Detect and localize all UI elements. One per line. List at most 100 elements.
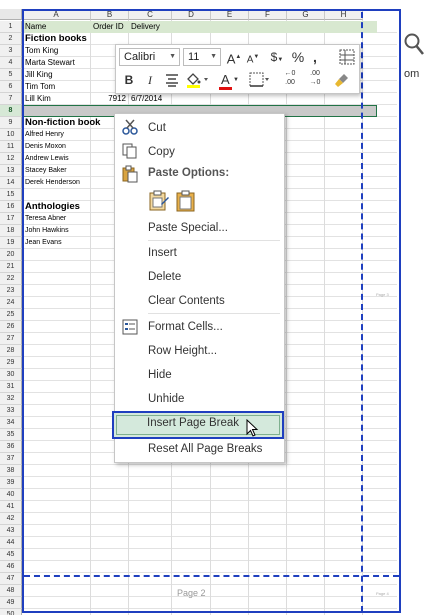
row-header-24[interactable]: 24 <box>0 297 22 309</box>
row-header-43[interactable]: 43 <box>0 525 22 537</box>
menu-item-cut[interactable]: Cut <box>148 119 166 137</box>
decrease-decimal-button[interactable]: .00 →0 <box>304 69 326 87</box>
menu-item-copy[interactable]: Copy <box>148 143 175 161</box>
row-header-11[interactable]: 11 <box>0 141 22 153</box>
menu-item-insert[interactable]: Insert <box>148 244 177 262</box>
row-header-29[interactable]: 29 <box>0 357 22 369</box>
menu-item-clear-contents[interactable]: Clear Contents <box>148 292 225 310</box>
percent-style-button[interactable]: % <box>290 48 306 66</box>
row-header-8[interactable]: 8 <box>0 105 22 117</box>
row-header-47[interactable]: 47 <box>0 573 22 585</box>
row-header-48[interactable]: 48 <box>0 585 22 597</box>
row-header-13[interactable]: 13 <box>0 165 22 177</box>
paste-options-heading: Paste Options: <box>148 167 230 179</box>
dec-decimal-top: .00 <box>310 70 320 77</box>
row-header-19[interactable]: 19 <box>0 237 22 249</box>
clear-format-button[interactable] <box>332 71 352 89</box>
decrease-font-button[interactable]: A▼ <box>245 48 261 66</box>
align-center-button[interactable] <box>163 71 181 89</box>
row-header-42[interactable]: 42 <box>0 513 22 525</box>
row-header-36[interactable]: 36 <box>0 441 22 453</box>
row-header-7[interactable]: 7 <box>0 93 22 105</box>
row-header-4[interactable]: 4 <box>0 57 22 69</box>
paintbrush-icon <box>335 74 348 87</box>
inc-decimal-bottom: .00 <box>285 79 295 86</box>
row-header-5[interactable]: 5 <box>0 69 22 81</box>
italic-button[interactable]: I <box>141 71 159 89</box>
clear-contents-label: Clear Contents <box>148 295 225 307</box>
row-header-22[interactable]: 22 <box>0 273 22 285</box>
row-header-17[interactable]: 17 <box>0 213 22 225</box>
row-header-30[interactable]: 30 <box>0 369 22 381</box>
row-header-45[interactable]: 45 <box>0 549 22 561</box>
fill-color-swatch <box>187 85 200 88</box>
row-header-27[interactable]: 27 <box>0 333 22 345</box>
row-header-6[interactable]: 6 <box>0 81 22 93</box>
accounting-format-button[interactable]: $▼ <box>266 48 288 66</box>
bold-button[interactable]: B <box>120 71 138 89</box>
select-all-corner[interactable] <box>0 9 22 20</box>
row-header-1[interactable]: 1 <box>0 21 22 33</box>
row-header-41[interactable]: 41 <box>0 501 22 513</box>
row-header-44[interactable]: 44 <box>0 537 22 549</box>
row-header-35[interactable]: 35 <box>0 429 22 441</box>
font-color-button[interactable]: A ▼ <box>217 71 243 90</box>
format-painter-button[interactable] <box>338 48 356 66</box>
insert-label: Insert <box>148 247 177 259</box>
row-header-20[interactable]: 20 <box>0 249 22 261</box>
font-name-box[interactable]: Calibri ▼ <box>119 48 180 66</box>
increase-font-button[interactable]: A▲ <box>226 48 242 66</box>
row-header-26[interactable]: 26 <box>0 321 22 333</box>
bold-label: B <box>124 73 134 87</box>
copy-icon <box>122 143 137 159</box>
percent-label: % <box>291 49 305 65</box>
row-header-50[interactable]: 50 <box>0 609 22 615</box>
comma-style-button[interactable]: , <box>309 48 321 66</box>
menu-separator <box>148 240 280 241</box>
row-header-25[interactable]: 25 <box>0 309 22 321</box>
paste-formulas-icon[interactable] <box>148 190 170 212</box>
row-header-39[interactable]: 39 <box>0 477 22 489</box>
menu-item-insert-page-break[interactable]: Insert Page Break <box>112 411 284 439</box>
menu-item-row-height[interactable]: Row Height... <box>148 342 217 360</box>
row-header-32[interactable]: 32 <box>0 393 22 405</box>
row-header-21[interactable]: 21 <box>0 261 22 273</box>
menu-item-delete[interactable]: Delete <box>148 268 181 286</box>
format-cells-icon <box>122 319 138 335</box>
row-header-23[interactable]: 23 <box>0 285 22 297</box>
paste-clipboard-icon[interactable] <box>175 190 197 212</box>
horizontal-page-break[interactable] <box>24 575 399 577</box>
row-header-37[interactable]: 37 <box>0 453 22 465</box>
fill-color-button[interactable] <box>185 71 213 89</box>
vertical-page-break[interactable] <box>361 12 363 612</box>
delete-label: Delete <box>148 271 182 283</box>
row-header-16[interactable]: 16 <box>0 201 22 213</box>
menu-item-format-cells[interactable]: Format Cells... <box>148 318 223 336</box>
row-header-31[interactable]: 31 <box>0 381 22 393</box>
row-header-2[interactable]: 2 <box>0 33 22 45</box>
row-header-46[interactable]: 46 <box>0 561 22 573</box>
menu-item-paste-special[interactable]: Paste Special... <box>148 219 228 237</box>
row-header-12[interactable]: 12 <box>0 153 22 165</box>
ribbon-fragment: om <box>401 0 427 100</box>
row-header-14[interactable]: 14 <box>0 177 22 189</box>
row-header-34[interactable]: 34 <box>0 417 22 429</box>
copy-label: Copy <box>148 146 175 158</box>
fill-bucket-icon <box>187 73 208 88</box>
menu-item-unhide[interactable]: Unhide <box>148 390 184 408</box>
row-header-28[interactable]: 28 <box>0 345 22 357</box>
menu-item-reset-page-breaks[interactable]: Reset All Page Breaks <box>148 440 262 458</box>
borders-button[interactable] <box>249 71 273 89</box>
menu-item-hide[interactable]: Hide <box>148 366 172 384</box>
row-header-15[interactable]: 15 <box>0 189 22 201</box>
font-size-box[interactable]: 11 ▼ <box>183 48 221 66</box>
increase-decimal-button[interactable]: ←0 .00 <box>279 69 301 87</box>
row-header-38[interactable]: 38 <box>0 465 22 477</box>
row-header-33[interactable]: 33 <box>0 405 22 417</box>
row-header-9[interactable]: 9 <box>0 117 22 129</box>
row-header-10[interactable]: 10 <box>0 129 22 141</box>
row-header-18[interactable]: 18 <box>0 225 22 237</box>
row-header-40[interactable]: 40 <box>0 489 22 501</box>
row-header-3[interactable]: 3 <box>0 45 22 57</box>
row-header-49[interactable]: 49 <box>0 597 22 609</box>
